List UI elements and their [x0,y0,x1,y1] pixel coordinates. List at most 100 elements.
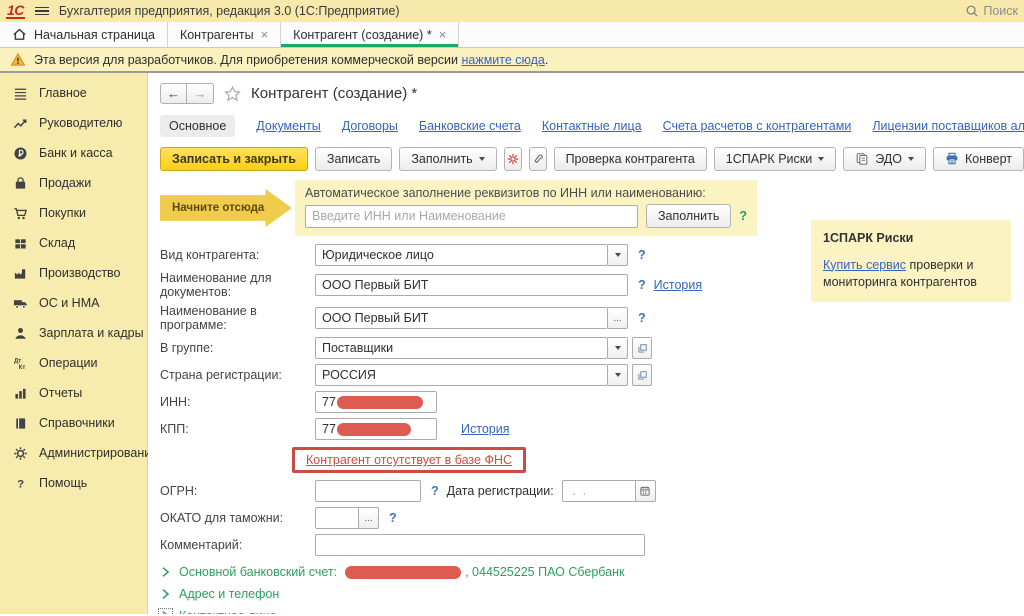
group-dropdown-button[interactable] [608,337,628,359]
kind-help-icon[interactable]: ? [638,248,646,262]
sidebar-item-pomosch[interactable]: ? Помощь [0,468,147,498]
search-icon [965,4,979,18]
attachment-button[interactable] [529,147,547,171]
prog-name-help-icon[interactable]: ? [638,311,646,325]
sidebar-item-zarplata-kadry[interactable]: Зарплата и кадры [0,318,147,348]
save-and-close-button[interactable]: Записать и закрыть [160,147,308,171]
doc-name-history-link[interactable]: История [654,278,702,292]
autofill-fill-button[interactable]: Заполнить [646,204,731,228]
doc-name-input[interactable] [315,274,628,296]
section-contact-person[interactable]: Контактное лицо [160,609,1024,614]
group-open-button[interactable] [632,337,652,359]
nav-licenzii[interactable]: Лицензии поставщиков алкогольной продукц… [872,119,1024,133]
sidebar-item-bank-kassa[interactable]: Банк и касса [0,138,147,168]
section-bank-account[interactable]: Основной банковский счет: , 044525225 ПА… [160,565,1024,579]
spark-risks-promo: 1СПАРК Риски Купить сервис проверки и мо… [811,220,1011,302]
nav-kontaktnye-lica[interactable]: Контактные лица [542,119,642,133]
sidebar-item-otchety[interactable]: Отчеты [0,378,147,408]
kpp-history-link[interactable]: История [461,422,509,436]
tab-label: Начальная страница [34,28,155,42]
okato-input[interactable] [315,507,359,529]
ogrn-input[interactable] [315,480,421,502]
red-burst-icon [506,152,520,166]
bar-chart-icon [13,386,28,401]
sidebar-item-prodazhi[interactable]: Продажи [0,168,147,198]
country-select[interactable]: РОССИЯ [315,364,608,386]
fill-dropdown-button[interactable]: Заполнить [399,147,496,171]
nav-dogovory[interactable]: Договоры [342,119,398,133]
country-dropdown-button[interactable] [608,364,628,386]
warning-text: Эта версия для разработчиков. Для приобр… [34,53,548,67]
inn-name-autofill-input[interactable] [305,205,638,228]
book-icon [13,416,28,431]
favorite-star-icon[interactable] [223,85,242,103]
global-search[interactable]: Поиск [965,4,1018,18]
nav-bankovskie-scheta[interactable]: Банковские счета [419,119,521,133]
trend-icon [13,116,28,131]
tab-kontragent-create[interactable]: Контрагент (создание) * × [281,22,459,47]
close-icon[interactable]: × [261,28,269,41]
sidebar-item-pokupki[interactable]: Покупки [0,198,147,228]
prog-name-more-button[interactable]: ... [608,307,628,329]
sidebar-item-sklad[interactable]: Склад [0,228,147,258]
cart-icon [13,206,28,221]
tab-home[interactable]: Начальная страница [0,22,168,47]
red-burst-button[interactable] [504,147,522,171]
chevron-right-icon [160,566,171,578]
kind-dropdown-button[interactable] [608,244,628,266]
sidebar-item-proizvodstvo[interactable]: Производство [0,258,147,288]
page-title: Контрагент (создание) * [251,85,417,102]
fns-missing-link[interactable]: Контрагент отсутствует в базе ФНС [306,453,512,467]
kind-select[interactable]: Юридическое лицо [315,244,608,266]
open-icon [637,370,648,381]
save-button[interactable]: Записать [315,147,392,171]
title-bar: 1С Бухгалтерия предприятия, редакция 3.0… [0,0,1024,22]
forward-button[interactable]: → [187,83,214,104]
nav-scheta-raschetov[interactable]: Счета расчетов с контрагентами [663,119,852,133]
svg-text:?: ? [17,478,24,490]
sidebar-item-rukovoditelyu[interactable]: Руководителю [0,108,147,138]
sidebar-item-spravochniki[interactable]: Справочники [0,408,147,438]
prog-name-input[interactable]: ООО Первый БИТ [315,307,608,329]
okato-more-button[interactable]: ... [359,507,379,529]
okato-help-icon[interactable]: ? [389,511,397,525]
section-address-phone[interactable]: Адрес и телефон [160,587,1024,601]
edo-dropdown-button[interactable]: ЭДО [843,147,926,171]
country-open-button[interactable] [632,364,652,386]
close-icon[interactable]: × [439,28,447,41]
buy-version-link[interactable]: нажмите сюда [461,53,544,67]
reg-date-input[interactable] [562,480,636,502]
nav-dokumenty[interactable]: Документы [256,119,320,133]
reg-date-calendar-button[interactable] [636,480,656,502]
nav-osnovnoe[interactable]: Основное [160,115,235,137]
check-counterparty-button[interactable]: Проверка контрагента [554,147,707,171]
chevron-down-icon [615,346,621,350]
chevron-down-icon [479,157,485,161]
kpp-input[interactable]: 77 [315,418,437,440]
back-button[interactable]: ← [160,83,187,104]
sidebar-item-operacii[interactable]: ДтКт Операции [0,348,147,378]
tab-kontragenty[interactable]: Контрагенты × [168,22,281,47]
autofill-panel: Автоматическое заполнение реквизитов по … [295,180,757,236]
group-select[interactable]: Поставщики [315,337,608,359]
main-menu-icon[interactable] [35,7,49,16]
sidebar-item-administrirovanie[interactable]: Администрирование [0,438,147,468]
spark-promo-text: Купить сервис проверки и мониторинга кон… [823,257,999,292]
autofill-help-icon[interactable]: ? [739,209,747,223]
sidebar-item-glavnoe[interactable]: Главное [0,78,147,108]
comment-input[interactable] [315,534,645,556]
buy-service-link[interactable]: Купить сервис [823,258,906,272]
question-icon: ? [13,476,28,491]
envelope-print-button[interactable]: Конверт [933,147,1024,171]
menu-icon [13,86,28,101]
truck-icon [13,296,28,311]
sidebar-item-os-nma[interactable]: ОС и НМА [0,288,147,318]
calendar-icon [639,485,651,497]
ogrn-help-icon[interactable]: ? [431,484,439,498]
edo-documents-icon [855,152,869,166]
inn-input[interactable]: 77 [315,391,437,413]
doc-name-help-icon[interactable]: ? [638,278,646,292]
spark-risks-dropdown-button[interactable]: 1СПАРК Риски [714,147,836,171]
start-here-hint: Начните отсюда [160,189,292,227]
open-icon [637,343,648,354]
